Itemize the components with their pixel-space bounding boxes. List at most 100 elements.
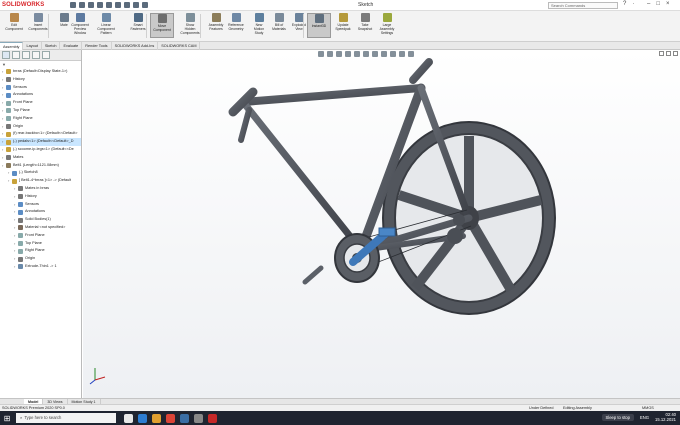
tree-node[interactable]: › Origin <box>0 123 81 131</box>
tree-node[interactable]: › Front Plane <box>0 232 81 240</box>
home-icon[interactable] <box>70 2 76 8</box>
view-orientation-icon[interactable] <box>354 51 360 57</box>
taskbar-search-input[interactable]: ⌕ Type here to search <box>16 413 116 423</box>
tab-assembly[interactable]: Assembly <box>0 42 24 50</box>
hide-show-icon[interactable] <box>372 51 378 57</box>
tree-node[interactable]: › (-) Sketch8 <box>0 169 81 177</box>
ribbon-button[interactable]: Take Snapshot <box>353 13 377 31</box>
feature-manager-tabs <box>0 50 81 61</box>
print-icon[interactable] <box>106 2 112 8</box>
configuration-tab-icon[interactable] <box>22 51 30 59</box>
ribbon-button[interactable]: Show Hidden Components <box>178 13 202 35</box>
options-icon[interactable] <box>142 2 148 8</box>
filter-icon[interactable]: ▼ <box>0 61 81 68</box>
taskbar-app-icon[interactable] <box>152 413 161 423</box>
tree-node[interactable]: › Top Plane <box>0 107 81 115</box>
minimize-icon[interactable]: – <box>647 1 650 7</box>
tree-node[interactable]: › Top Plane <box>0 240 81 248</box>
feature-tree-tab-icon[interactable] <box>2 51 10 59</box>
tree-node[interactable]: › Extrude-Thin1 -> 1 <box>0 263 81 271</box>
tree-node[interactable]: › History <box>0 76 81 84</box>
taskbar-app-icon[interactable] <box>194 413 203 423</box>
clock[interactable]: 02:40 15.12.2021 <box>655 412 676 422</box>
property-manager-tab-icon[interactable] <box>12 51 20 59</box>
close-icon[interactable]: × <box>666 1 670 7</box>
tab-solidworks-add-ins[interactable]: SOLIDWORKS Add-Ins <box>112 42 159 50</box>
search-commands-input[interactable]: Search Commands <box>548 2 618 9</box>
taskbar-app-icon[interactable] <box>208 413 217 423</box>
taskbar-search-text: Type here to search <box>24 415 62 420</box>
scene-icon[interactable] <box>390 51 396 57</box>
tab-sketch[interactable]: Sketch <box>42 42 61 50</box>
language-indicator[interactable]: ENG <box>640 415 649 420</box>
tree-node-label: History <box>25 193 37 198</box>
appearance-tab-icon[interactable] <box>42 51 50 59</box>
previous-view-icon[interactable] <box>336 51 342 57</box>
open-icon[interactable] <box>88 2 94 8</box>
tree-node[interactable]: › Mates <box>0 154 81 162</box>
viewport-minimize-icon[interactable] <box>659 51 664 56</box>
ribbon-button[interactable]: Update Speedpak <box>331 13 355 31</box>
solidworks-logo[interactable]: SOLIDWORKS <box>0 0 48 11</box>
bicycle-model[interactable] <box>83 50 680 398</box>
ribbon-button[interactable]: Instant3D <box>307 13 331 38</box>
dimxpert-tab-icon[interactable] <box>32 51 40 59</box>
tab-solidworks-cam[interactable]: SOLIDWORKS CAM <box>158 42 201 50</box>
tree-node[interactable]: ›[ Belt1-4^brras ]<1> -> (Default <box>0 177 81 185</box>
save-icon[interactable] <box>97 2 103 8</box>
undo-icon[interactable] <box>115 2 121 8</box>
tab-evaluate[interactable]: Evaluate <box>60 42 83 50</box>
zoom-to-fit-icon[interactable] <box>318 51 324 57</box>
help-icon[interactable]: ? <box>623 1 626 7</box>
ribbon-button-icon <box>274 13 284 22</box>
view-settings-icon[interactable] <box>399 51 405 57</box>
ribbon-button[interactable]: Large Assembly Settings <box>375 13 399 35</box>
tree-node[interactable]: › Annotations <box>0 91 81 99</box>
windows-start-icon[interactable]: ⊞ <box>0 411 14 425</box>
section-view-icon[interactable] <box>345 51 351 57</box>
zoom-area-icon[interactable] <box>327 51 333 57</box>
tree-node[interactable]: › Origin <box>0 255 81 263</box>
tree-node[interactable]: › Mates in brras <box>0 185 81 193</box>
tree-node[interactable]: › Belt1 (Length=1121.08mm) <box>0 162 81 170</box>
maximize-icon[interactable]: □ <box>656 1 660 7</box>
graphics-area[interactable] <box>83 50 680 398</box>
select-icon[interactable] <box>124 2 130 8</box>
tree-node[interactable]: › Sensors <box>0 84 81 92</box>
ribbon-button[interactable]: Move Component <box>150 13 174 38</box>
tree-node[interactable]: › Sensors <box>0 201 81 209</box>
tree-node[interactable]: › Right Plane <box>0 115 81 123</box>
taskbar-app-icon[interactable] <box>166 413 175 423</box>
tree-node[interactable]: › (f) rear-backbo<1> (Default<<Default> <box>0 130 81 138</box>
tree-node[interactable]: › brras (Default<Display State-1>) <box>0 68 81 76</box>
ribbon-button[interactable]: Reference Geometry <box>224 13 248 31</box>
tree-node[interactable]: › Front Plane <box>0 99 81 107</box>
edit-appearance-icon[interactable] <box>381 51 387 57</box>
ribbon-button[interactable]: Edit Component <box>2 13 26 31</box>
ribbon-button[interactable]: Insert Components <box>26 13 50 31</box>
taskbar-app-icon[interactable] <box>124 413 133 423</box>
tree-node[interactable]: › Right Plane <box>0 247 81 255</box>
tree-node[interactable]: › (-) pedals<1> (Default<<Default>_D <box>0 138 81 146</box>
taskbar-app-icon[interactable] <box>138 413 147 423</box>
ribbon-button[interactable]: Component Preview Window <box>68 13 92 35</box>
tree-node[interactable]: › Annotations <box>0 208 81 216</box>
tree-node[interactable]: › Material <not specified> <box>0 224 81 232</box>
viewport-restore-icon[interactable] <box>666 51 671 56</box>
tree-node[interactable]: › Solid Bodies(1) <box>0 216 81 224</box>
new-icon[interactable] <box>79 2 85 8</box>
ribbon-button-icon <box>211 13 221 22</box>
sleep-button[interactable]: Sleep to stop <box>601 414 634 422</box>
taskbar-app-icon[interactable] <box>180 413 189 423</box>
tab-render-tools[interactable]: Render Tools <box>82 42 112 50</box>
rebuild-icon[interactable] <box>133 2 139 8</box>
tree-node[interactable]: › (-) scoome-ip-legs<1> (Default<<De <box>0 146 81 154</box>
ribbon-button[interactable]: Linear Component Pattern <box>94 13 118 35</box>
display-style-icon[interactable] <box>363 51 369 57</box>
tree-node-label: Mates in brras <box>25 185 50 190</box>
tree-node[interactable]: › History <box>0 193 81 201</box>
viewport-close-icon[interactable] <box>673 51 678 56</box>
monitor-icon[interactable] <box>408 51 414 57</box>
tab-layout[interactable]: Layout <box>23 42 42 50</box>
user-icon[interactable]: · <box>632 1 634 7</box>
